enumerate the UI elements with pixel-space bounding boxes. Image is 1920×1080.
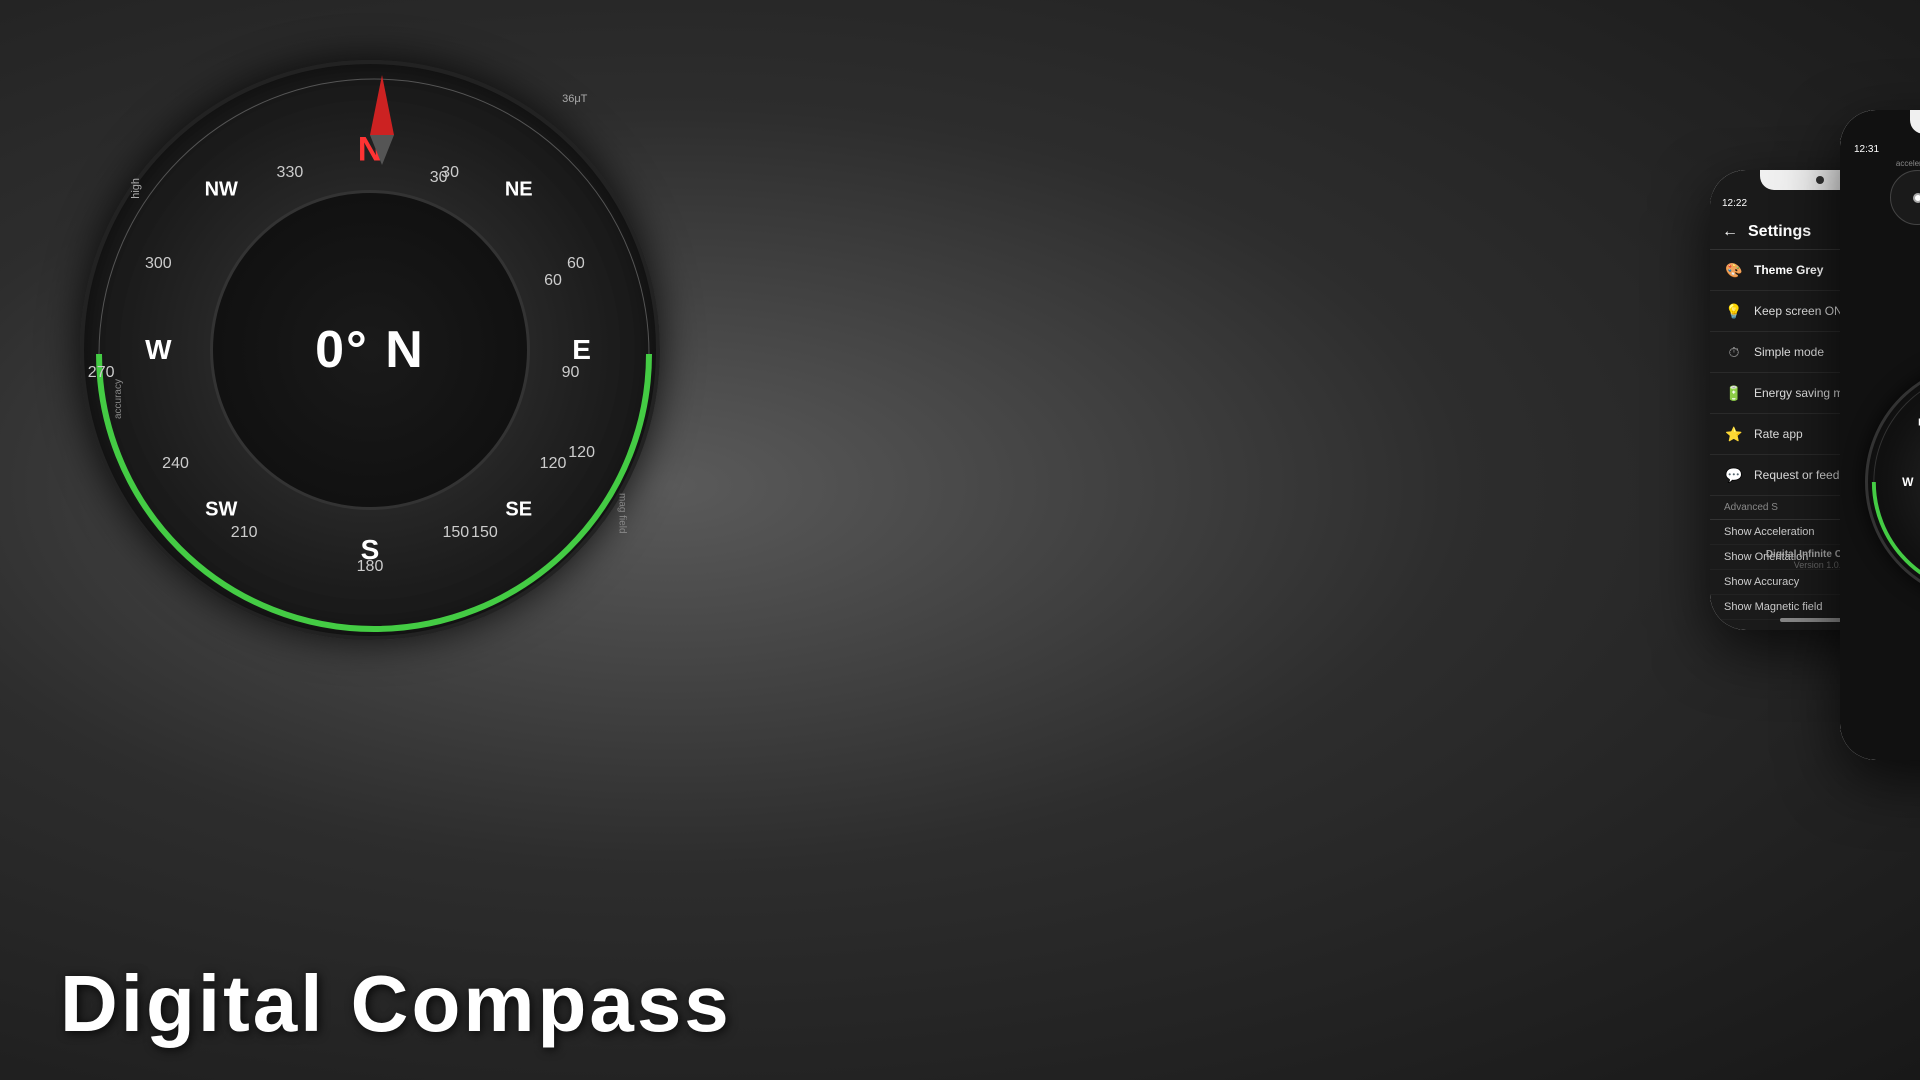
compass-outer: 30 60 90 120 150 180 210 240 270 300 330… [80, 60, 660, 640]
phone-2-time: 12:31 [1854, 144, 1879, 155]
cardinal-w: W [145, 334, 171, 366]
phone-2-status: 12:31 ▲▲ 96% [1840, 136, 1920, 159]
deg-label-120: 120 [540, 455, 567, 473]
phones-section: 12:22 📷 ▲ 🔋 ← Settings 🎨 Theme Grey 💡 Ke… [1220, 50, 1920, 1030]
pointer-up [370, 75, 394, 135]
main-compass-area-2: N NE E S W NW MS 52° NE [1850, 229, 1920, 734]
deg-label-270: 270 [88, 364, 115, 382]
rate-icon: ⭐ [1724, 424, 1744, 444]
cardinal-ne: NE [505, 178, 533, 201]
acceleration-dial: acceleration [1890, 159, 1920, 225]
deg-label-330: 330 [277, 164, 304, 182]
compass-inner: 0° N [210, 190, 530, 510]
theme-icon: 🎨 [1724, 260, 1744, 280]
label-36ut: 36μT [562, 93, 587, 105]
rate-label: Rate app [1754, 427, 1803, 441]
app-title: Digital Compass [60, 958, 732, 1050]
deg-label-150: 150 [442, 524, 469, 542]
acceleration-label: acceleration [1890, 159, 1920, 168]
deg-label-210: 210 [231, 524, 258, 542]
settings-title-text: Settings [1748, 223, 1811, 241]
deg-label-60: 60 [544, 272, 562, 290]
compass-dial-2: N NE E S W NW MS 52° NE [1865, 362, 1920, 602]
cardinal-se: SE [505, 499, 532, 522]
compass-ring: 30 60 90 120 150 180 210 240 270 300 330… [80, 60, 660, 640]
cardinal-nw: NW [205, 178, 238, 201]
phone-2-screen: 12:31 ▲▲ 96% acceleration orientation [1840, 110, 1920, 760]
acceleration-dial-circle [1890, 170, 1920, 225]
phone-1-camera [1816, 176, 1824, 184]
accel-dot [1913, 193, 1920, 203]
pointer-down [370, 135, 394, 165]
label-magfield: mag field [616, 493, 627, 534]
label-high: high [130, 178, 142, 199]
deg-label-60b: 60 [567, 255, 585, 273]
main-compass-section: 30 60 90 120 150 180 210 240 270 300 330… [60, 60, 680, 700]
deg-label-300: 300 [145, 255, 172, 273]
phone-1-time: 12:22 [1722, 198, 1747, 209]
cardinal-e: E [572, 334, 591, 366]
label-accuracy: accuracy [113, 379, 124, 419]
c2-w: W [1902, 475, 1913, 489]
cardinal-sw: SW [205, 499, 237, 522]
screen-label: Keep screen ON [1754, 304, 1843, 318]
deg-label-90: 90 [562, 364, 613, 382]
theme-label: Theme Grey [1754, 263, 1823, 277]
cardinal-s: S [361, 534, 380, 566]
deg-label-240: 240 [162, 455, 189, 473]
mini-dials-container: acceleration orientation [1840, 159, 1920, 229]
back-icon[interactable]: ← [1722, 223, 1738, 241]
simple-icon: ⏱ [1724, 342, 1744, 362]
phone-2: 12:31 ▲▲ 96% acceleration orientation [1840, 110, 1920, 760]
settings-btn-2[interactable]: SETTINGS ⚙ [1840, 734, 1920, 760]
screen-icon: 💡 [1724, 301, 1744, 321]
deg-label-30b: 30 [441, 164, 459, 182]
deg-label-150b: 150 [471, 524, 498, 542]
compass-reading: 0° N [315, 320, 425, 380]
deg-label-120b: 120 [568, 444, 595, 462]
energy-icon: 🔋 [1724, 383, 1744, 403]
simple-label: Simple mode [1754, 345, 1824, 359]
feedback-icon: 💬 [1724, 465, 1744, 485]
